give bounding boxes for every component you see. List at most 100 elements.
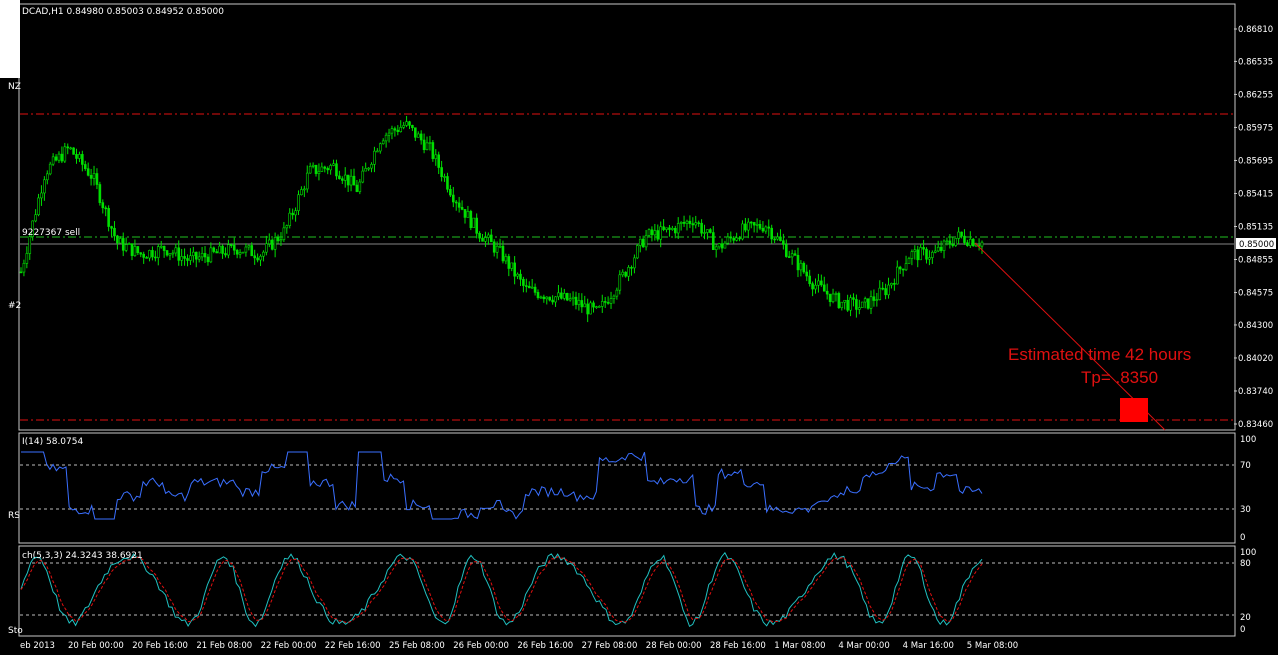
candle-body (612, 295, 616, 299)
rsi-axis-30: 30 (1240, 505, 1251, 515)
candle-body (656, 230, 660, 240)
candle-body (779, 236, 782, 242)
candle-body (495, 245, 499, 253)
candle-body (609, 298, 613, 304)
candle-body (43, 179, 46, 194)
time-axis-label: 22 Feb 16:00 (325, 641, 381, 651)
time-axis-label: 21 Feb 08:00 (196, 641, 252, 651)
candle-body (241, 251, 245, 254)
candle-body (910, 251, 914, 259)
candle-body (116, 235, 119, 244)
candle-body (113, 227, 116, 237)
take-profit-marker[interactable] (1120, 398, 1148, 422)
candle-body (928, 257, 931, 260)
stoch-axis-100: 100 (1240, 548, 1256, 558)
rsi-panel-frame[interactable] (18, 432, 1236, 544)
candle-body (151, 250, 154, 258)
candle-body (405, 121, 408, 126)
candle-body (469, 211, 473, 228)
candle-body (843, 299, 847, 303)
candle-body (688, 220, 692, 224)
candle-body (478, 233, 481, 239)
candle-body (875, 299, 879, 301)
candle-body (717, 243, 721, 248)
candle-body (560, 292, 563, 299)
candle-body (598, 306, 601, 308)
candle-body (820, 280, 823, 286)
candle-body (644, 234, 648, 248)
candle-body (557, 292, 560, 298)
candle-body (174, 247, 178, 254)
candle-body (291, 212, 294, 216)
candle-body (630, 267, 633, 269)
time-axis-label: 20 Feb 00:00 (68, 641, 124, 651)
candle-body (361, 170, 365, 183)
candle-body (203, 253, 207, 258)
main-chart-frame[interactable] (18, 3, 1236, 431)
candle-body (384, 134, 388, 142)
candle-body (303, 188, 306, 191)
candle-body (840, 301, 844, 308)
candle-body (224, 253, 227, 256)
time-axis-label: eb 2013 (20, 641, 55, 651)
candle-body (411, 124, 414, 129)
candle-body (253, 255, 256, 259)
candle-body (78, 154, 81, 159)
candle-body (66, 146, 70, 149)
candle-body (230, 244, 233, 247)
candle-body (589, 302, 592, 315)
candle-body (849, 297, 852, 311)
candle-body (370, 164, 373, 169)
candle-body (913, 249, 917, 252)
candle-body (162, 245, 166, 251)
candle-body (703, 232, 706, 234)
candle-body (57, 153, 61, 161)
price-axis-label: 0.86535 (1238, 57, 1273, 67)
candle-body (706, 229, 709, 233)
candle-body (852, 297, 855, 300)
candle-body (460, 207, 464, 210)
candle-body (603, 301, 607, 303)
stoch-panel-frame[interactable] (18, 545, 1236, 637)
candle-body (487, 234, 490, 238)
candle-body (519, 273, 522, 280)
candle-body (232, 244, 236, 251)
candle-body (212, 247, 216, 252)
candle-body (221, 245, 224, 254)
price-axis-label: 0.86810 (1238, 25, 1273, 35)
candle-body (449, 188, 452, 196)
chart-window[interactable]: DCAD,H1 0.84980 0.85003 0.84952 0.85000 … (0, 0, 1278, 655)
candle-body (419, 133, 423, 141)
candle-body (641, 238, 645, 248)
candle-body (434, 154, 438, 159)
candle-body (726, 236, 730, 244)
candle-body (83, 164, 87, 169)
candle-body (414, 127, 417, 138)
candle-body (457, 202, 461, 208)
rsi-title: I(14) 58.0754 (22, 437, 83, 447)
annotation-line-1: Estimated time 42 hours (1008, 345, 1191, 364)
candle-body (428, 142, 432, 144)
candle-body (966, 242, 969, 246)
time-axis-label: 20 Feb 16:00 (132, 641, 188, 651)
price-axis-label: 0.85975 (1238, 123, 1273, 133)
candle-body (633, 257, 636, 269)
candle-body (194, 251, 198, 260)
candle-body (825, 290, 829, 295)
stoch-axis-80: 80 (1240, 559, 1251, 569)
candle-body (265, 243, 268, 253)
candle-body (104, 207, 108, 210)
candle-body (741, 223, 744, 240)
candle-body (776, 236, 779, 240)
candle-body (758, 224, 762, 229)
candle-body (638, 238, 642, 246)
candle-body (799, 262, 803, 271)
candle-body (729, 236, 733, 239)
time-axis: eb 2013 20 Feb 00:00 20 Feb 16:00 21 Feb 08… (20, 641, 1018, 651)
candle-body (481, 237, 484, 242)
candle-body (352, 175, 356, 186)
candle-body (960, 231, 963, 237)
candle-body (732, 237, 736, 241)
candle-body (367, 167, 370, 170)
candle-body (767, 226, 771, 229)
